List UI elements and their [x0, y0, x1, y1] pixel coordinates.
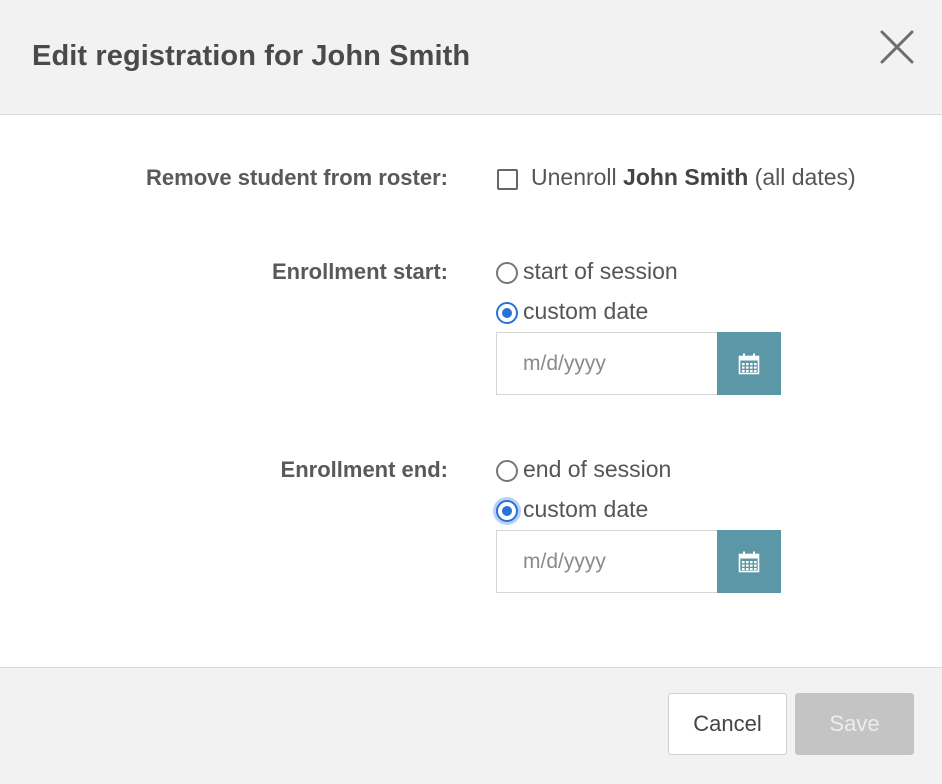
start-custom-date-label[interactable]: custom date — [523, 298, 648, 325]
unenroll-checkbox[interactable] — [497, 169, 518, 190]
dialog-title: Edit registration for John Smith — [32, 40, 471, 72]
calendar-icon — [738, 353, 760, 375]
start-of-session-radio[interactable] — [496, 262, 518, 284]
dialog-footer: Cancel Save — [0, 667, 942, 784]
start-of-session-label[interactable]: start of session — [523, 258, 678, 285]
end-of-session-radio[interactable] — [496, 460, 518, 482]
calendar-icon — [738, 551, 760, 573]
enrollment-end-label: Enrollment end: — [280, 457, 448, 482]
unenroll-prefix: Unenroll — [531, 164, 624, 190]
remove-student-label: Remove student from roster: — [146, 165, 448, 190]
end-of-session-label[interactable]: end of session — [523, 456, 671, 483]
start-calendar-button[interactable] — [717, 332, 781, 395]
end-custom-date-radio[interactable] — [496, 500, 518, 522]
dialog-header: Edit registration for John Smith — [0, 0, 942, 115]
save-button[interactable]: Save — [795, 693, 914, 755]
enrollment-start-label: Enrollment start: — [271, 259, 448, 284]
cancel-button[interactable]: Cancel — [668, 693, 787, 755]
end-custom-date-label[interactable]: custom date — [523, 496, 648, 523]
start-custom-date-radio[interactable] — [496, 302, 518, 324]
unenroll-student-name: John Smith — [623, 164, 749, 190]
close-icon[interactable] — [876, 26, 918, 68]
end-calendar-button[interactable] — [717, 530, 781, 593]
unenroll-option-label[interactable]: Unenroll John Smith (all dates) — [531, 164, 856, 191]
end-date-input[interactable] — [496, 530, 718, 593]
unenroll-suffix: (all dates) — [748, 164, 856, 190]
start-date-input[interactable] — [496, 332, 718, 395]
